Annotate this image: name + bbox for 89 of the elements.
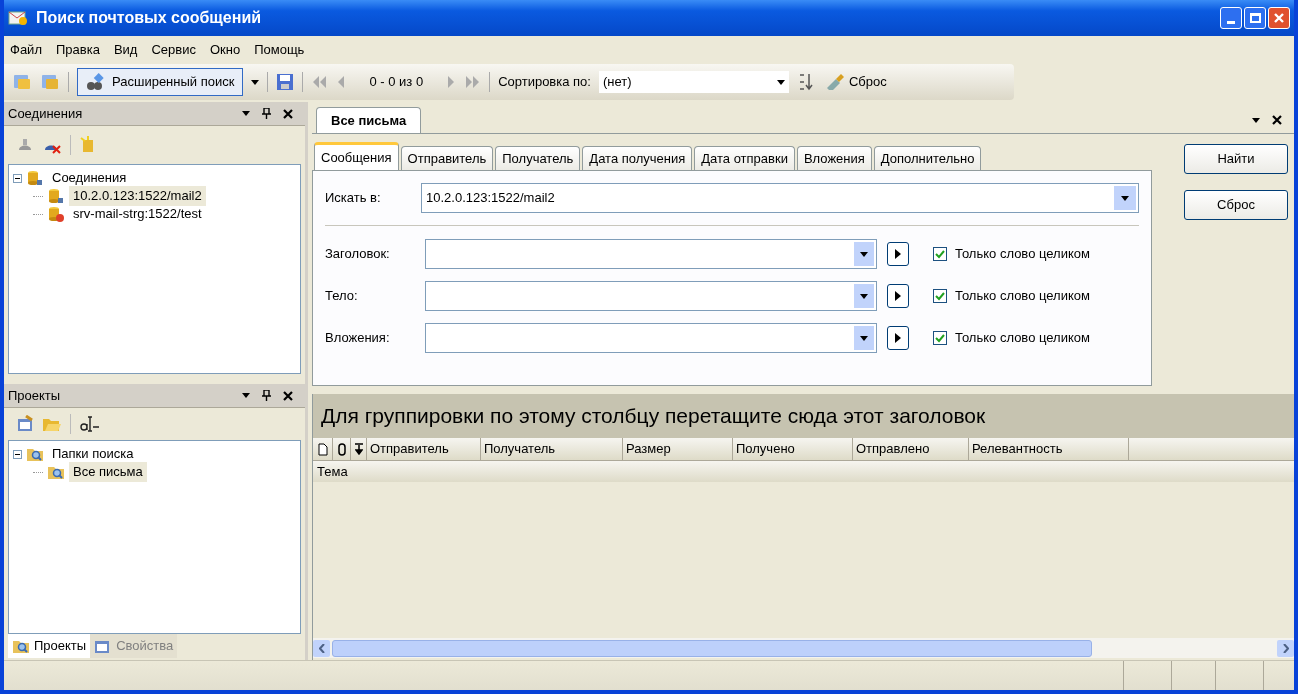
search-tab[interactable]: Сообщения — [314, 142, 399, 170]
field-label: Заголовок: — [325, 245, 391, 264]
pin-icon[interactable] — [262, 108, 271, 119]
menu-item[interactable]: Файл — [8, 40, 44, 60]
search-tab[interactable]: Дата получения — [582, 146, 693, 170]
text-combo-field[interactable] — [425, 239, 877, 269]
group-hint: Для группировки по этому столбцу перетащите сюда этот заголовок — [321, 403, 986, 430]
expand-button[interactable] — [887, 242, 909, 266]
app-icon — [8, 9, 28, 27]
database-icon — [26, 170, 44, 186]
dropdown-arrow-icon — [251, 79, 260, 85]
search-folder-icon — [26, 446, 44, 462]
paperclip-icon — [337, 442, 346, 456]
dropdown-icon — [242, 393, 250, 398]
save-icon[interactable] — [276, 73, 295, 91]
properties-icon[interactable] — [16, 415, 34, 433]
database-error-icon — [47, 206, 65, 222]
advanced-search-button[interactable]: Расширенный поиск — [77, 68, 244, 96]
document-icon — [317, 442, 328, 456]
scroll-left-icon[interactable] — [318, 643, 325, 653]
menu-item[interactable]: Правка — [53, 40, 102, 60]
checkbox-label: Только слово целиком — [955, 245, 1090, 264]
column-header[interactable]: Тема — [313, 461, 352, 482]
window-title: Поиск почтовых сообщений — [36, 8, 263, 28]
search-in-label: Искать в: — [325, 189, 382, 208]
tree-item[interactable]: 10.2.0.123:1522/mail2 — [69, 186, 206, 206]
action-button[interactable]: Сброс — [1184, 190, 1288, 220]
play-icon — [895, 291, 901, 301]
play-icon — [895, 333, 901, 343]
sort-label: Сортировка по: — [498, 73, 591, 92]
whole-word-checkbox[interactable] — [933, 331, 947, 345]
dropdown-icon — [242, 111, 250, 116]
tree-item[interactable]: Соединения — [48, 168, 131, 188]
dropdown-icon — [776, 79, 785, 85]
reset-toolbar-button[interactable]: Сброс — [820, 72, 891, 92]
whole-word-checkbox[interactable] — [933, 289, 947, 303]
panel-tab[interactable]: Проекты — [8, 634, 91, 658]
collapse-toggle[interactable] — [13, 449, 22, 459]
panel-title: Соединения — [8, 104, 84, 123]
close-icon[interactable] — [1272, 115, 1282, 125]
search-tab[interactable]: Дополнительно — [873, 146, 982, 170]
checkbox-label: Только слово целиком — [955, 287, 1090, 306]
text-combo-field[interactable] — [425, 323, 877, 353]
whole-word-checkbox[interactable] — [933, 247, 947, 261]
collapse-toggle[interactable] — [13, 173, 22, 183]
expand-button[interactable] — [887, 326, 909, 350]
panel-title: Проекты — [8, 386, 62, 405]
chevron-down-icon — [860, 335, 868, 341]
menu-item[interactable]: Помощь — [252, 40, 307, 60]
play-icon — [895, 249, 901, 259]
chevron-down-icon — [1121, 195, 1129, 201]
menu-item[interactable]: Окно — [207, 40, 243, 60]
arrow-down-icon — [354, 443, 363, 455]
close-icon — [1273, 12, 1285, 24]
tree-item[interactable]: Все письма — [69, 462, 147, 482]
search-folder-icon — [47, 464, 65, 480]
binoculars-icon — [86, 73, 104, 91]
scroll-right-icon[interactable] — [1282, 643, 1289, 653]
field-label: Тело: — [325, 287, 359, 306]
menu-item[interactable]: Вид — [111, 40, 140, 60]
rename-icon[interactable] — [79, 415, 101, 433]
search-tab[interactable]: Вложения — [796, 146, 872, 170]
expand-button[interactable] — [887, 284, 909, 308]
close-icon[interactable] — [283, 108, 293, 119]
database-icon — [47, 188, 65, 204]
search-tab[interactable]: Отправитель — [400, 146, 494, 170]
page-info: 0 - 0 из 0 — [368, 73, 425, 92]
minimize-button[interactable] — [1220, 7, 1242, 29]
pin-icon[interactable] — [262, 390, 271, 401]
close-icon[interactable] — [283, 390, 293, 401]
search-tab[interactable]: Дата отправки — [694, 146, 795, 170]
horizontal-scrollbar[interactable] — [313, 638, 1294, 658]
search-in-select[interactable]: 10.2.0.123:1522/mail2 — [421, 183, 1139, 213]
search-tab[interactable]: Получатель — [495, 146, 581, 170]
menu-item[interactable]: Сервис — [149, 40, 198, 60]
chevron-down-icon — [860, 293, 868, 299]
text-combo-field[interactable] — [425, 281, 877, 311]
tree-item[interactable]: Папки поиска — [48, 444, 138, 464]
menu-caret-icon — [1252, 117, 1260, 123]
document-tab[interactable]: Все письма — [316, 107, 422, 133]
close-button[interactable] — [1268, 7, 1290, 29]
checkbox-label: Только слово целиком — [955, 329, 1090, 348]
tree-item[interactable]: srv-mail-strg:1522/test — [69, 204, 206, 224]
sort-select[interactable]: (нет) — [598, 71, 789, 93]
maximize-button[interactable] — [1244, 7, 1266, 29]
search-folder-icon — [12, 638, 30, 654]
field-label: Вложения: — [325, 329, 391, 348]
action-button[interactable]: Найти — [1184, 144, 1288, 174]
chevron-down-icon — [860, 251, 868, 257]
